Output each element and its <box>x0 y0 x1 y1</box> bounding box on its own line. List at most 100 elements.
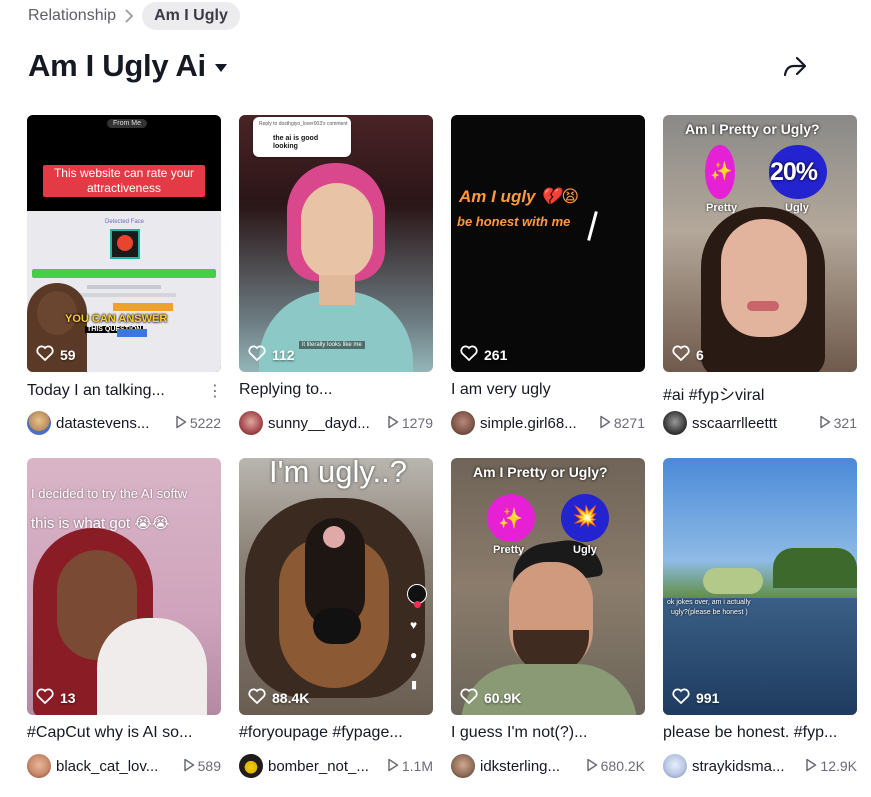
author-name[interactable]: idksterling... <box>480 758 580 775</box>
like-count: 6 <box>672 345 704 364</box>
breadcrumb-current: Am I Ugly <box>142 2 240 30</box>
avatar[interactable] <box>239 754 263 778</box>
pretty-label: Pretty <box>706 202 738 214</box>
video-caption[interactable]: please be honest. #fyp... <box>663 724 837 742</box>
avatar[interactable] <box>239 411 263 435</box>
like-count-value: 59 <box>60 346 76 363</box>
author-name[interactable]: straykidsma... <box>692 758 799 775</box>
like-count: 88.4K <box>248 688 309 707</box>
video-caption[interactable]: I guess I'm not(?)... <box>451 724 587 742</box>
view-count: 5222 <box>175 415 221 432</box>
thumb-title: Am I Pretty or Ugly? <box>685 121 820 137</box>
video-caption[interactable]: I am very ugly <box>451 381 551 399</box>
heart-icon <box>36 345 54 364</box>
video-thumbnail[interactable]: I decided to try the AI softw this is wh… <box>27 458 221 715</box>
thumb-sub-label: Detected Face <box>105 219 145 225</box>
side-like-icon: ♥ <box>410 618 418 632</box>
heart-icon <box>460 345 478 364</box>
thumb-title: Am I Pretty or Ugly? <box>473 464 608 480</box>
video-caption[interactable]: #CapCut why is AI so... <box>27 724 192 742</box>
thumb-text-line2: this is what got 😭😭 <box>31 515 170 532</box>
avatar[interactable] <box>663 754 687 778</box>
author-name[interactable]: datastevens... <box>56 415 169 432</box>
thumb-yellow-caption: YOU CAN ANSWER <box>65 313 168 325</box>
video-thumbnail[interactable]: Reply to dosthgiyo_lover003's comment th… <box>239 115 433 372</box>
like-count-value: 6 <box>696 346 704 363</box>
author-name[interactable]: black_cat_lov... <box>56 758 177 775</box>
avatar[interactable] <box>27 754 51 778</box>
share-button[interactable] <box>780 53 810 83</box>
view-count-value: 321 <box>833 415 857 431</box>
ugly-label: Ugly <box>573 544 597 556</box>
view-count: 1279 <box>387 415 433 432</box>
video-thumbnail[interactable]: Am I Pretty or Ugly? ✨ 20% Pretty Ugly 6 <box>663 115 857 372</box>
view-count: 1.1M <box>387 758 433 775</box>
video-card[interactable]: Reply to dosthgiyo_lover003's comment th… <box>239 115 433 458</box>
video-caption[interactable]: #ai #fypシviral <box>663 381 764 405</box>
video-card[interactable]: ok jokes over, am i actually ugly?(pleas… <box>663 458 857 797</box>
avatar[interactable] <box>451 754 475 778</box>
view-count: 680.2K <box>586 758 645 775</box>
video-card[interactable]: Am I Pretty or Ugly? ✨ 💥 Pretty Ugly 60.… <box>451 458 645 797</box>
video-thumbnail[interactable]: From Me This website can rate your attra… <box>27 115 221 372</box>
ugly-label: Ugly <box>785 202 809 214</box>
side-bookmark-icon: ▮ <box>411 679 418 691</box>
like-count: 13 <box>36 688 76 707</box>
author-name[interactable]: simple.girl68... <box>480 415 593 432</box>
like-count-value: 261 <box>484 346 508 363</box>
video-caption[interactable]: Today I an talking... <box>27 382 165 400</box>
play-icon <box>599 415 611 432</box>
author-name[interactable]: bomber_not_... <box>268 758 381 775</box>
thumb-banner-text: This website can rate your attractivenes… <box>43 165 205 197</box>
share-arrow-icon <box>783 56 807 81</box>
page-title: Am I Ugly Ai <box>28 48 206 83</box>
author-name[interactable]: sscaarrlleettt <box>692 415 813 432</box>
side-comment-icon: ● <box>410 648 418 662</box>
view-count-value: 680.2K <box>600 758 645 774</box>
breadcrumb: Relationship Am I Ugly <box>28 2 240 30</box>
thumb-text-line1: I decided to try the AI softw <box>31 486 188 501</box>
video-card[interactable]: I'm ugly..? ♥ ● ▮ 88.4K #foryoupage #fyp… <box>239 458 433 797</box>
like-count: 59 <box>36 345 76 364</box>
like-count: 112 <box>248 345 295 364</box>
video-thumbnail[interactable]: Am I ugly 💔😫 be honest with me 261 <box>451 115 645 372</box>
video-card[interactable]: Am I Pretty or Ugly? ✨ 20% Pretty Ugly 6… <box>663 115 857 458</box>
explosion-icon: 💥 <box>572 505 599 528</box>
heart-icon <box>672 345 690 364</box>
heart-icon <box>672 688 690 707</box>
thumb-text-line1: ok jokes over, am i actually <box>667 599 751 606</box>
view-count: 321 <box>819 415 857 432</box>
like-count-value: 13 <box>60 689 76 706</box>
video-thumbnail[interactable]: I'm ugly..? ♥ ● ▮ 88.4K <box>239 458 433 715</box>
more-options-icon[interactable]: ⋮ <box>207 381 223 401</box>
author-name[interactable]: sunny__dayd... <box>268 415 381 432</box>
video-card[interactable]: Am I ugly 💔😫 be honest with me 261 I am … <box>451 115 645 458</box>
thumb-top-label: From Me <box>107 119 147 128</box>
video-caption[interactable]: #foryoupage #fypage... <box>239 724 403 742</box>
video-grid: From Me This website can rate your attra… <box>27 115 857 797</box>
play-icon <box>183 758 195 775</box>
video-card[interactable]: From Me This website can rate your attra… <box>27 115 223 458</box>
avatar[interactable] <box>27 411 51 435</box>
pretty-label: Pretty <box>493 544 525 556</box>
play-icon <box>387 415 399 432</box>
video-thumbnail[interactable]: Am I Pretty or Ugly? ✨ 💥 Pretty Ugly 60.… <box>451 458 645 715</box>
reply-bubble-header: Reply to dosthgiyo_lover003's comment <box>259 121 348 127</box>
breadcrumb-parent-link[interactable]: Relationship <box>28 7 116 25</box>
view-count-value: 1279 <box>401 415 433 431</box>
avatar[interactable] <box>663 411 687 435</box>
like-count-value: 60.9K <box>484 689 522 706</box>
thumb-text-line1: I'm ugly..? <box>269 458 408 489</box>
view-count-value: 8271 <box>613 415 645 431</box>
heart-icon <box>460 688 478 707</box>
heart-icon <box>36 688 54 707</box>
view-count-value: 5222 <box>189 415 221 431</box>
view-count: 8271 <box>599 415 645 432</box>
page-title-row[interactable]: Am I Ugly Ai <box>28 48 228 84</box>
caret-down-icon[interactable] <box>214 63 228 73</box>
video-card[interactable]: I decided to try the AI softw this is wh… <box>27 458 221 797</box>
avatar[interactable] <box>451 411 475 435</box>
thumb-sub-label: it literally looks like me <box>299 341 365 349</box>
video-caption[interactable]: Replying to... <box>239 381 332 399</box>
video-thumbnail[interactable]: ok jokes over, am i actually ugly?(pleas… <box>663 458 857 715</box>
